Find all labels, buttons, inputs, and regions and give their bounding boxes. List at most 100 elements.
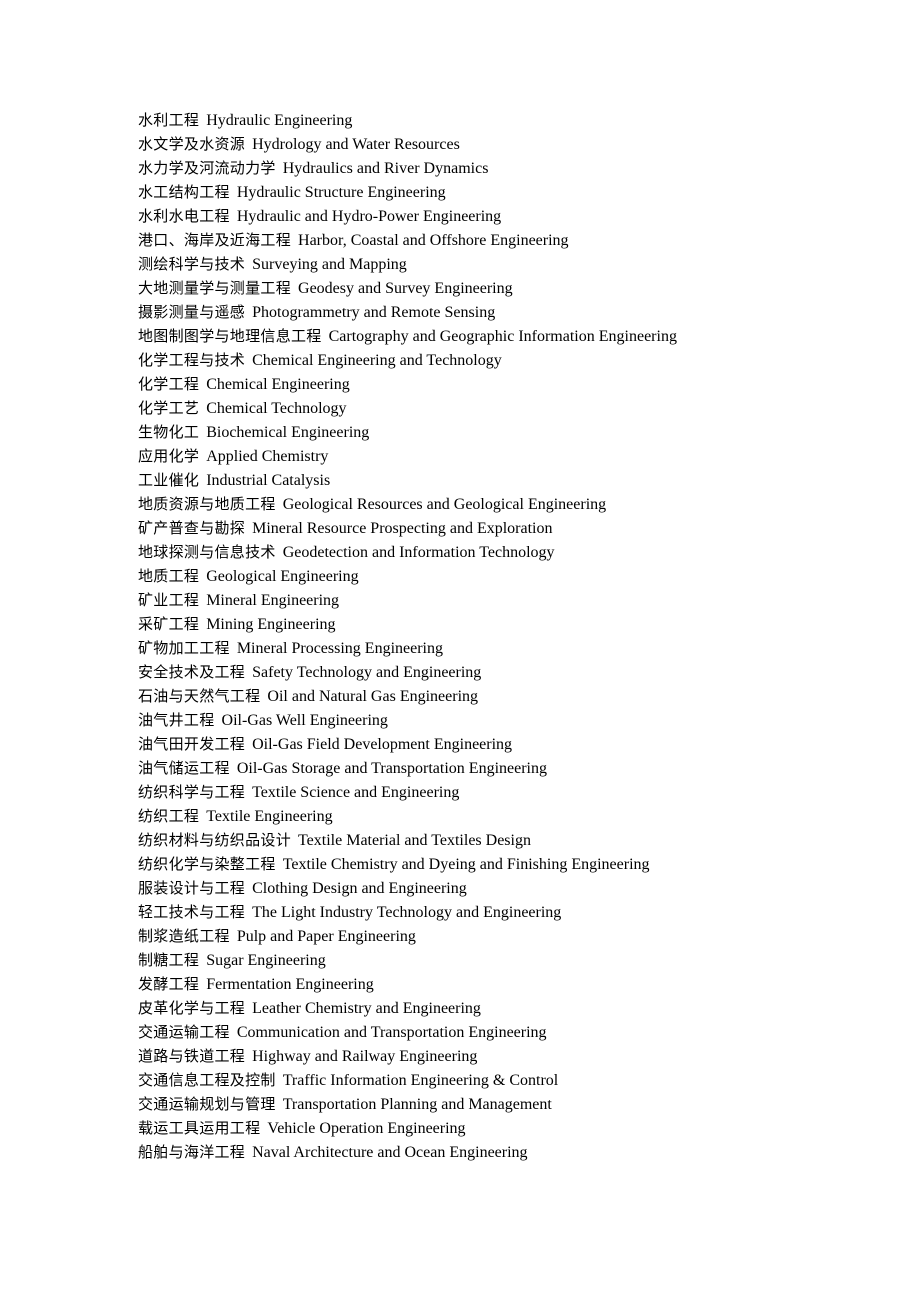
discipline-name-english: Hydrology and Water Resources <box>252 136 460 153</box>
discipline-name-english: Oil-Gas Storage and Transportation Engin… <box>236 760 547 777</box>
discipline-name-chinese: 生物化工 <box>138 423 200 441</box>
discipline-name-chinese: 发酵工程 <box>138 975 200 993</box>
discipline-name-chinese: 采矿工程 <box>138 615 200 633</box>
discipline-entry: 测绘科学与技术 Surveying and Mapping <box>138 252 880 276</box>
discipline-name-chinese: 大地测量学与测量工程 <box>138 279 292 297</box>
discipline-entry: 地质工程 Geological Engineering <box>138 564 880 588</box>
discipline-name-english: Geological Engineering <box>206 568 359 585</box>
discipline-name-english: Highway and Railway Engineering <box>252 1048 478 1065</box>
discipline-name-chinese: 油气储运工程 <box>138 759 230 777</box>
discipline-name-english: Fermentation Engineering <box>206 976 374 993</box>
discipline-name-english: Transportation Planning and Management <box>282 1096 552 1113</box>
discipline-name-english: Oil-Gas Field Development Engineering <box>252 736 513 753</box>
discipline-entry: 油气储运工程 Oil-Gas Storage and Transportation… <box>138 756 880 780</box>
discipline-name-chinese: 水工结构工程 <box>138 183 230 201</box>
discipline-name-english: Hydraulic Engineering <box>206 112 353 129</box>
discipline-entry: 服装设计与工程 Clothing Design and Engineering <box>138 876 880 900</box>
discipline-name-english: Leather Chemistry and Engineering <box>252 1000 481 1017</box>
discipline-name-chinese: 港口、海岸及近海工程 <box>138 231 292 249</box>
discipline-name-english: Mining Engineering <box>206 616 336 633</box>
discipline-name-english: Cartography and Geographic Information E… <box>328 328 677 345</box>
discipline-name-english: Surveying and Mapping <box>252 256 407 273</box>
discipline-entry: 水利工程 Hydraulic Engineering <box>138 108 880 132</box>
discipline-name-english: Photogrammetry and Remote Sensing <box>252 304 496 321</box>
discipline-name-english: Textile Science and Engineering <box>252 784 460 801</box>
discipline-name-chinese: 应用化学 <box>138 447 200 465</box>
discipline-name-english: Vehicle Operation Engineering <box>267 1120 466 1137</box>
discipline-name-chinese: 船舶与海洋工程 <box>138 1143 246 1161</box>
discipline-name-english: Geodesy and Survey Engineering <box>298 280 513 297</box>
discipline-list: 水利工程 Hydraulic Engineering 水文学及水资源 Hydrolog… <box>138 108 880 1164</box>
discipline-entry: 摄影测量与遥感 Photogrammetry and Remote Sensing <box>138 300 880 324</box>
discipline-name-chinese: 矿物加工工程 <box>138 639 230 657</box>
discipline-name-english: Hydraulics and River Dynamics <box>282 160 489 177</box>
discipline-name-chinese: 地图制图学与地理信息工程 <box>138 327 322 345</box>
discipline-entry: 道路与铁道工程 Highway and Railway Engineering <box>138 1044 880 1068</box>
discipline-name-english: Clothing Design and Engineering <box>252 880 467 897</box>
discipline-entry: 水文学及水资源 Hydrology and Water Resources <box>138 132 880 156</box>
discipline-name-english: Hydraulic and Hydro-Power Engineering <box>236 208 502 225</box>
discipline-name-chinese: 制浆造纸工程 <box>138 927 230 945</box>
discipline-entry: 矿产普查与勘探 Mineral Resource Prospecting and … <box>138 516 880 540</box>
discipline-name-chinese: 石油与天然气工程 <box>138 687 261 705</box>
discipline-name-chinese: 皮革化学与工程 <box>138 999 246 1017</box>
discipline-entry: 地图制图学与地理信息工程 Cartography and Geographic I… <box>138 324 880 348</box>
discipline-entry: 纺织材料与纺织品设计 Textile Material and Textiles … <box>138 828 880 852</box>
discipline-name-chinese: 纺织材料与纺织品设计 <box>138 831 292 849</box>
discipline-name-english: Sugar Engineering <box>206 952 326 969</box>
discipline-name-english: Hydraulic Structure Engineering <box>236 184 446 201</box>
discipline-entry: 载运工具运用工程 Vehicle Operation Engineering <box>138 1116 880 1140</box>
discipline-entry: 港口、海岸及近海工程 Harbor, Coastal and Offshore E… <box>138 228 880 252</box>
discipline-entry: 化学工程与技术 Chemical Engineering and Technolo… <box>138 348 880 372</box>
discipline-entry: 油气井工程 Oil-Gas Well Engineering <box>138 708 880 732</box>
discipline-name-chinese: 水利工程 <box>138 111 200 129</box>
discipline-name-chinese: 油气井工程 <box>138 711 215 729</box>
discipline-name-english: Naval Architecture and Ocean Engineering <box>252 1144 528 1161</box>
discipline-name-chinese: 地质资源与地质工程 <box>138 495 276 513</box>
discipline-name-chinese: 载运工具运用工程 <box>138 1119 261 1137</box>
discipline-name-english: Mineral Resource Prospecting and Explora… <box>252 520 553 537</box>
discipline-name-english: Communication and Transportation Enginee… <box>236 1024 547 1041</box>
discipline-entry: 皮革化学与工程 Leather Chemistry and Engineering <box>138 996 880 1020</box>
discipline-name-chinese: 摄影测量与遥感 <box>138 303 246 321</box>
discipline-entry: 地球探测与信息技术 Geodetection and Information Te… <box>138 540 880 564</box>
discipline-name-chinese: 制糖工程 <box>138 951 200 969</box>
discipline-name-english: Traffic Information Engineering & Contro… <box>282 1072 559 1089</box>
discipline-name-chinese: 纺织科学与工程 <box>138 783 246 801</box>
discipline-name-chinese: 轻工技术与工程 <box>138 903 246 921</box>
discipline-entry: 纺织化学与染整工程 Textile Chemistry and Dyeing an… <box>138 852 880 876</box>
discipline-name-english: Mineral Processing Engineering <box>236 640 443 657</box>
discipline-entry: 矿业工程 Mineral Engineering <box>138 588 880 612</box>
discipline-entry: 交通运输规划与管理 Transportation Planning and Man… <box>138 1092 880 1116</box>
discipline-name-english: Applied Chemistry <box>206 448 329 465</box>
discipline-name-chinese: 地球探测与信息技术 <box>138 543 276 561</box>
discipline-entry: 制浆造纸工程 Pulp and Paper Engineering <box>138 924 880 948</box>
discipline-entry: 纺织科学与工程 Textile Science and Engineering <box>138 780 880 804</box>
discipline-name-chinese: 交通运输工程 <box>138 1023 230 1041</box>
document-page: 水利工程 Hydraulic Engineering 水文学及水资源 Hydrolog… <box>0 0 920 1302</box>
discipline-name-chinese: 交通运输规划与管理 <box>138 1095 276 1113</box>
discipline-entry: 纺织工程 Textile Engineering <box>138 804 880 828</box>
discipline-name-english: Chemical Engineering <box>206 376 350 393</box>
discipline-name-english: Pulp and Paper Engineering <box>236 928 416 945</box>
discipline-name-english: Industrial Catalysis <box>206 472 331 489</box>
discipline-entry: 地质资源与地质工程 Geological Resources and Geolog… <box>138 492 880 516</box>
discipline-name-english: Oil-Gas Well Engineering <box>221 712 388 729</box>
discipline-entry: 生物化工 Biochemical Engineering <box>138 420 880 444</box>
discipline-name-english: Textile Engineering <box>206 808 333 825</box>
discipline-entry: 轻工技术与工程 The Light Industry Technology and… <box>138 900 880 924</box>
discipline-entry: 大地测量学与测量工程 Geodesy and Survey Engineering <box>138 276 880 300</box>
discipline-name-chinese: 化学工程与技术 <box>138 351 246 369</box>
discipline-entry: 交通运输工程 Communication and Transportation E… <box>138 1020 880 1044</box>
discipline-name-chinese: 服装设计与工程 <box>138 879 246 897</box>
discipline-entry: 工业催化 Industrial Catalysis <box>138 468 880 492</box>
discipline-name-english: Safety Technology and Engineering <box>252 664 482 681</box>
discipline-name-english: Geodetection and Information Technology <box>282 544 555 561</box>
discipline-entry: 交通信息工程及控制 Traffic Information Engineering… <box>138 1068 880 1092</box>
discipline-name-english: Oil and Natural Gas Engineering <box>267 688 479 705</box>
discipline-name-chinese: 道路与铁道工程 <box>138 1047 246 1065</box>
discipline-entry: 水工结构工程 Hydraulic Structure Engineering <box>138 180 880 204</box>
discipline-entry: 矿物加工工程 Mineral Processing Engineering <box>138 636 880 660</box>
discipline-name-english: Textile Material and Textiles Design <box>298 832 531 849</box>
discipline-entry: 水力学及河流动力学 Hydraulics and River Dynamics <box>138 156 880 180</box>
